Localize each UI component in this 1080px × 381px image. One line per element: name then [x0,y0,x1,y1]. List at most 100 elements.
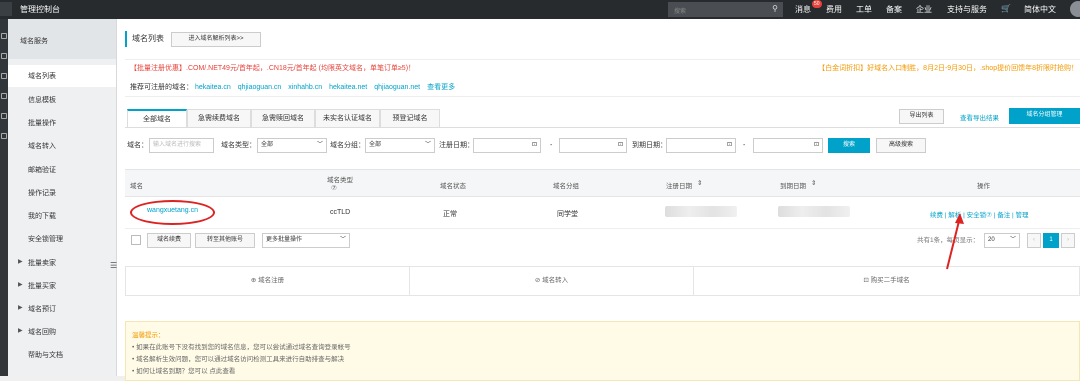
sidebar-group-buyback[interactable]: ▶ 域名回购 [8,321,116,343]
nav-filing[interactable]: 备案 [886,4,902,15]
tip-line[interactable]: • 如何让域名到期？您可以 点此查看 [132,366,1073,378]
tip-line[interactable]: • 如果在此账号下没有找到您的域名信息，您可以尝试通过域名查询登录帐号 [132,342,1073,354]
sidebar-item-domain-list[interactable]: 域名列表 [8,65,116,87]
sidebar-item-help[interactable]: 帮助与文档 [8,344,116,366]
batch-renew-button[interactable]: 域名续费 [147,233,191,248]
prev-page-button[interactable]: ‹ [1027,233,1041,248]
group-label: 域名回购 [28,329,56,336]
reg-date-label: 注册日期： [439,142,474,149]
calendar-icon[interactable]: ⊡ [618,139,623,152]
rec-domain-link[interactable]: qhjiaoguan.net [374,84,420,91]
more-batch-select[interactable]: 更多批量操作 ﹀ [262,233,350,248]
page-size-value: 20 [988,237,995,243]
search-button[interactable]: 搜索 [828,138,870,153]
tips-title: 温馨提示： [132,332,165,339]
calendar-icon[interactable]: ⊡ [814,139,819,152]
calendar-icon[interactable]: ⊡ [532,139,537,152]
nav-language[interactable]: 简体中文 [1024,4,1056,15]
nav-enterprise[interactable]: 企业 [916,4,932,15]
sidebar-group-buyer[interactable]: ▶ 批量买家 [8,275,116,297]
rec-domain-link[interactable]: hekaitea.net [329,84,367,91]
register-domain-link[interactable]: ⊕ 域名注册 [126,267,410,295]
rec-domain-link[interactable]: hekaitea.cn [195,84,231,91]
chevron-down-icon: ﹀ [316,142,323,148]
transfer-in-link[interactable]: ⊘ 域名转入 [410,267,694,295]
avatar[interactable] [1070,1,1080,17]
console-title[interactable]: 管理控制台 [20,4,60,15]
export-result-link[interactable]: 查看导出结果 [960,112,999,122]
group-select-value: 全部 [369,142,382,148]
col-exp-date[interactable]: 到期日期 [780,180,806,190]
product-icon[interactable] [1,33,7,39]
tab-preregistered[interactable]: 预登记域名 [380,109,440,127]
search-icon[interactable]: ⚲ [769,3,781,15]
sidebar-item-templates[interactable]: 信息模板 [8,89,116,111]
col-reg-date[interactable]: 注册日期 [666,180,692,190]
buy-secondhand-link[interactable]: ⊡ 购买二手域名 [694,267,1079,295]
sort-icon[interactable]: ⇕ [811,179,816,187]
group-label: 批量买家 [28,283,56,290]
reg-date-dash: - [550,142,553,149]
reg-date-start[interactable]: ⊡ [473,138,541,153]
nav-messages[interactable]: 消息 [795,4,811,15]
sidebar-item-downloads[interactable]: 我的下载 [8,205,116,227]
domain-group-cell: 同学堂 [557,211,578,218]
product-icon[interactable] [1,53,7,59]
promo-right-text[interactable]: 【白金词折扣】好域名入口制胜，8月2日-9月30日，.shop提价回馈年8折限时… [818,60,1078,77]
rec-more-link[interactable]: 查看更多 [427,84,455,91]
domain-group-manage-button[interactable]: 域名分组管理 [1009,108,1080,124]
domain-group-select[interactable]: 全部 ﹀ [365,138,435,153]
sidebar-group-seller[interactable]: ▶ 批量卖家 [8,252,116,274]
promo-banner[interactable]: 【批量注册优惠】.COM/.NET49元/首年起，.CN18元/首年起 (均限英… [125,59,1080,76]
product-icon[interactable] [1,73,7,79]
product-icon[interactable] [1,93,7,99]
nav-billing[interactable]: 费用 [826,4,842,15]
sidebar-item-logs[interactable]: 操作记录 [8,182,116,204]
menu-icon[interactable] [0,2,12,16]
sidebar-item-security-lock[interactable]: 安全锁管理 [8,228,116,250]
sidebar-item-email-verify[interactable]: 邮箱验证 [8,159,116,181]
tips-box: 温馨提示： • 如果在此账号下没有找到您的域名信息，您可以尝试通过域名查询登录帐… [125,321,1080,381]
cart-icon[interactable]: 🛒 [1001,4,1011,13]
sidebar-group-reserve[interactable]: ▶ 域名预订 [8,298,116,320]
next-page-button[interactable]: › [1061,233,1075,248]
domain-type-select[interactable]: 全部 ﹀ [257,138,327,153]
top-bar: 管理控制台 搜索 ⚲ 消息 50 费用 工单 备案 企业 支持与服务 🛒 简体中… [0,0,1080,19]
domain-status-cell: 正常 [443,211,457,218]
sort-icon[interactable]: ⇕ [697,179,702,187]
exp-date-end[interactable]: ⊡ [753,138,823,153]
transfer-account-button[interactable]: 转至其他账号 [195,233,255,248]
calendar-icon[interactable]: ⊡ [727,139,732,152]
tip-line[interactable]: • 域名解析生效问题，您可以通过域名访问检测工具来进行自助排查与解决 [132,354,1073,366]
group-filter-label: 域名分组： [330,142,365,149]
enter-dns-list-button[interactable]: 进入域名解析列表>> [171,32,261,47]
tab-renew-urgent[interactable]: 急需续费域名 [187,109,251,127]
sidebar-item-batch[interactable]: 批量操作 [8,112,116,134]
advanced-search-button[interactable]: 高级搜索 [876,138,926,153]
tab-redeem-urgent[interactable]: 急需赎回域名 [251,109,315,127]
search-input[interactable]: 搜索 ⚲ [668,2,783,17]
nav-support[interactable]: 支持与服务 [947,4,987,15]
domain-type-cell: ccTLD [330,209,351,216]
recommended-domains: 推荐可注册的域名： hekaitea.cn qhjiaoguan.cn xinh… [125,79,1080,97]
product-icon[interactable] [1,113,7,119]
promo-left-text[interactable]: 【批量注册优惠】.COM/.NET49元/首年起，.CN18元/首年起 (均限英… [130,65,415,72]
reg-date-end[interactable]: ⊡ [559,138,627,153]
help-icon[interactable]: ⑦ [331,184,337,192]
rec-domain-link[interactable]: qhjiaoguan.cn [238,84,282,91]
page-size-select[interactable]: 20 ﹀ [984,233,1020,248]
col-actions: 操作 [977,183,990,190]
tab-unverified[interactable]: 未实名认证域名 [315,109,380,127]
col-domain: 域名 [130,183,143,190]
nav-tickets[interactable]: 工单 [856,4,872,15]
exp-date-start[interactable]: ⊡ [666,138,736,153]
product-icon[interactable] [1,133,7,139]
domain-search-input[interactable]: 输入域名进行搜索 [149,138,214,153]
export-list-button[interactable]: 导出列表 [899,109,944,124]
page-1-button[interactable]: 1 [1043,233,1059,248]
tab-all-domains[interactable]: 全部域名 [127,109,187,128]
sidebar-item-transfer-in[interactable]: 域名转入 [8,135,116,157]
select-all-checkbox[interactable] [131,235,141,245]
rec-domain-link[interactable]: xinhahb.cn [288,84,322,91]
caret-right-icon: ▶ [18,282,23,288]
